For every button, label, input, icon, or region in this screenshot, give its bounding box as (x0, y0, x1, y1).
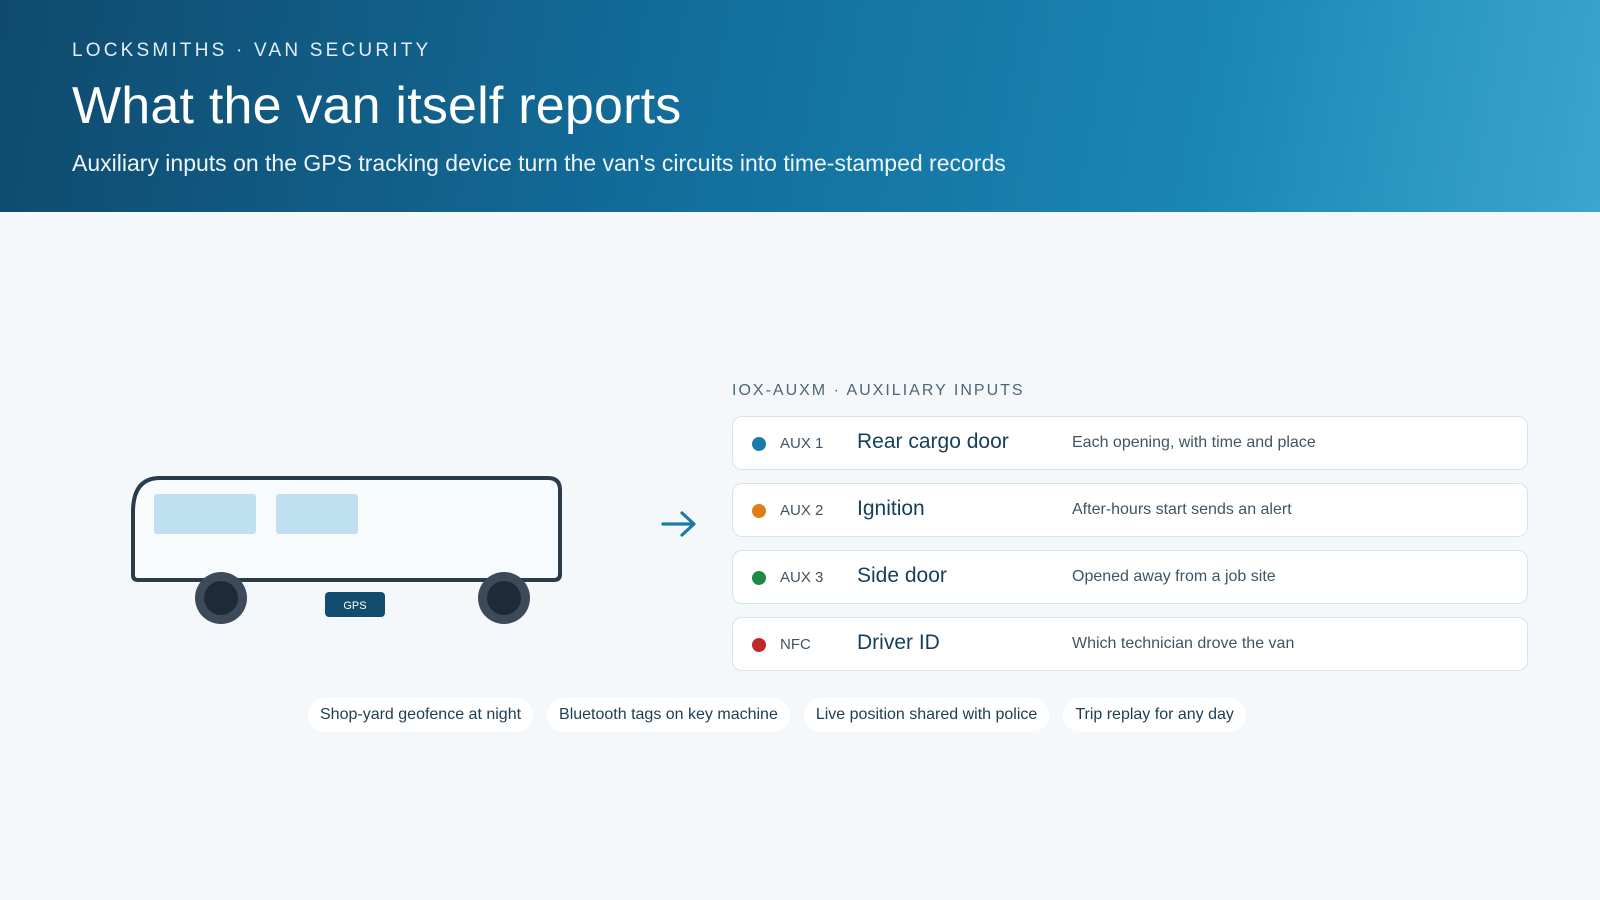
gps-device: GPS (325, 592, 385, 617)
status-dot-icon (752, 638, 766, 652)
gps-device-label: GPS (343, 600, 366, 612)
input-description: After-hours start sends an alert (1072, 501, 1292, 518)
feature-pill: Live position shared with police (803, 698, 1050, 732)
status-dot-icon (752, 504, 766, 518)
status-dot-icon (752, 437, 766, 451)
feature-pill: Bluetooth tags on key machine (547, 698, 790, 732)
input-row-aux2: AUX 2 Ignition After-hours start sends a… (732, 483, 1528, 537)
arrow-right-icon (661, 511, 696, 537)
input-name: Driver ID (857, 631, 940, 654)
van-window-rear (276, 494, 358, 534)
inputs-panel-label: IOX-AUXM · AUXILIARY INPUTS (732, 382, 1025, 399)
input-row-nfc: NFC Driver ID Which technician drove the… (732, 617, 1528, 671)
input-name: Ignition (857, 497, 925, 520)
eyebrow: LOCKSMITHS · VAN SECURITY (72, 40, 432, 61)
page-title: What the van itself reports (72, 77, 682, 135)
van-icon: GPS (131, 476, 562, 624)
page-subtitle: Auxiliary inputs on the GPS tracking dev… (72, 150, 1006, 176)
input-row-aux3: AUX 3 Side door Opened away from a job s… (732, 550, 1528, 604)
feature-pill: Trip replay for any day (1063, 698, 1246, 732)
input-name: Side door (857, 564, 947, 587)
header-banner: LOCKSMITHS · VAN SECURITY What the van i… (0, 0, 1600, 212)
input-name: Rear cargo door (857, 430, 1009, 453)
input-description: Which technician drove the van (1072, 635, 1295, 652)
input-row-aux1: AUX 1 Rear cargo door Each opening, with… (732, 416, 1528, 470)
input-code: AUX 3 (780, 569, 824, 586)
feature-pills: Shop-yard geofence at night Bluetooth ta… (308, 698, 1246, 732)
input-code: AUX 1 (780, 435, 824, 452)
input-description: Opened away from a job site (1072, 568, 1276, 585)
input-code: NFC (780, 636, 811, 653)
van-window-front (154, 494, 256, 534)
auxiliary-inputs-list: AUX 1 Rear cargo door Each opening, with… (732, 416, 1528, 684)
input-description: Each opening, with time and place (1072, 434, 1316, 451)
input-code: AUX 2 (780, 502, 824, 519)
status-dot-icon (752, 571, 766, 585)
feature-pill: Shop-yard geofence at night (308, 698, 534, 732)
